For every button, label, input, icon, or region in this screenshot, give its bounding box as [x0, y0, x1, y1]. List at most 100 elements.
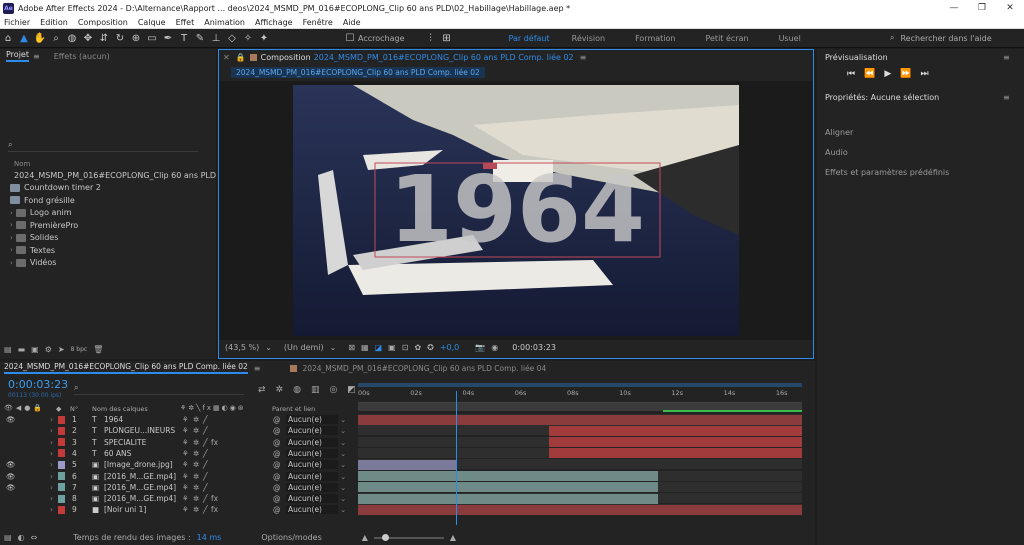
exposure-icon[interactable]: ✪ — [427, 343, 434, 352]
collapse-switch-icon[interactable]: ✲ — [193, 459, 199, 470]
label-column-icon[interactable]: ◆ — [56, 405, 61, 413]
project-search[interactable]: ⌕ — [8, 140, 198, 152]
comp-tab-name[interactable]: 2024_MSMD_PM_016#ECOPLONG_Clip 60 ans PL… — [314, 53, 574, 62]
collapse-switch-icon[interactable]: ✲ — [193, 437, 199, 448]
shy-switch-icon[interactable]: ⚘ — [182, 414, 189, 425]
chevron-right-icon[interactable]: › — [50, 471, 53, 482]
layer-switches-toggle-icon[interactable]: ▤ — [4, 533, 12, 542]
chevron-right-icon[interactable]: › — [50, 414, 53, 425]
shy-switch-icon[interactable]: ⚘ — [182, 504, 189, 515]
new-comp-icon[interactable]: ▣ — [31, 345, 39, 354]
chevron-right-icon[interactable]: › — [10, 221, 13, 229]
pickwhip-icon[interactable]: @ — [273, 493, 281, 504]
chevron-down-icon[interactable]: ⌄ — [340, 414, 346, 425]
layer-search[interactable]: ⌕ — [74, 383, 244, 395]
shy-switch-icon[interactable]: ⚘ — [182, 471, 189, 482]
options-modes-button[interactable]: Options/modes — [261, 533, 321, 542]
panel-menu-icon[interactable]: ≡ — [1003, 93, 1010, 102]
pickwhip-icon[interactable]: @ — [273, 504, 281, 515]
layer-row[interactable]: › 3 T SPECIALITE ⚘ ✲ ╱ fx @ Aucun(e) ⌄ — [0, 437, 355, 448]
chevron-right-icon[interactable]: › — [10, 259, 13, 267]
menu-aide[interactable]: Aide — [343, 18, 361, 27]
workspace-revision[interactable]: Révision — [572, 34, 605, 43]
settings-icon[interactable]: ⚙ — [45, 345, 52, 354]
switches-column-icons[interactable]: ⚘✲╲fx▦◐◉⊛ — [180, 404, 246, 412]
layer-duration-bar[interactable] — [358, 493, 659, 504]
collapse-switch-icon[interactable]: ✲ — [193, 425, 199, 436]
align-panel-item[interactable]: Aligner — [825, 128, 853, 137]
snapshot-icon[interactable]: 📷 — [475, 343, 485, 352]
comp-breadcrumb[interactable]: 2024_MSMD_PM_016#ECOPLONG_Clip 60 ans PL… — [231, 67, 485, 78]
puppet-tool-icon[interactable]: ✦ — [256, 30, 272, 46]
playhead[interactable] — [456, 391, 458, 525]
panel-menu-icon[interactable]: ≡ — [254, 364, 261, 373]
parent-dropdown[interactable]: Aucun(e) — [286, 471, 338, 481]
layer-name[interactable]: [Image_drone.jpg] — [104, 459, 173, 470]
solo-icon[interactable]: ● — [24, 404, 30, 412]
chevron-right-icon[interactable]: › — [50, 425, 53, 436]
close-tab-icon[interactable]: ✕ — [223, 53, 230, 62]
chevron-right-icon[interactable]: › — [50, 448, 53, 459]
menu-fenetre[interactable]: Fenêtre — [303, 18, 333, 27]
pan-tool-icon[interactable]: ✥ — [80, 30, 96, 46]
layer-name[interactable]: 60 ANS — [104, 448, 131, 459]
chevron-right-icon[interactable]: › — [50, 437, 53, 448]
snap-checkbox-icon[interactable]: ☐ — [342, 30, 358, 46]
layer-name[interactable]: PLONGEU...INEURS — [104, 425, 175, 436]
layer-duration-bar[interactable] — [358, 459, 458, 470]
preview-title[interactable]: Prévisualisation — [825, 53, 888, 62]
stamp-tool-icon[interactable]: ⊥ — [208, 30, 224, 46]
chevron-down-icon[interactable]: ⌄ — [265, 343, 272, 352]
parent-dropdown[interactable]: Aucun(e) — [286, 437, 338, 447]
label-color-swatch[interactable] — [58, 471, 65, 482]
help-search[interactable]: ⌕ Rechercher dans l'aide — [890, 31, 1020, 45]
chevron-down-icon[interactable]: ⌄ — [340, 493, 346, 504]
rotate-tool-icon[interactable]: ↻ — [112, 30, 128, 46]
first-frame-icon[interactable]: ⏮ — [847, 69, 855, 79]
project-folder[interactable]: › Solides — [6, 232, 211, 245]
modes-toggle-icon[interactable]: ◐ — [18, 533, 25, 542]
project-folder[interactable]: › Logo anim — [6, 207, 211, 220]
pickwhip-icon[interactable]: @ — [273, 482, 281, 493]
project-folder[interactable]: › PremièrePro — [6, 219, 211, 232]
next-frame-icon[interactable]: ⏩ — [900, 69, 911, 79]
quality-switch-icon[interactable]: ╱ — [203, 471, 208, 482]
shy-switch-icon[interactable]: ⚘ — [182, 448, 189, 459]
quality-switch-icon[interactable]: ╱ — [203, 482, 208, 493]
quality-switch-icon[interactable]: ╱ — [203, 459, 208, 470]
text-tool-icon[interactable]: T — [176, 30, 192, 46]
chevron-right-icon[interactable]: › — [10, 246, 13, 254]
chevron-right-icon[interactable]: › — [50, 459, 53, 470]
eye-icon[interactable]: 👁 — [6, 414, 16, 425]
effects-presets-panel-item[interactable]: Effets et paramètres prédéfinis — [825, 168, 949, 177]
play-icon[interactable]: ▶ — [884, 69, 891, 79]
interpret-footage-icon[interactable]: ▤ — [4, 345, 12, 354]
layer-row[interactable]: 👁 › 6 ▣ [2016_M...GE.mp4] ⚘ ✲ ╱ @ Aucun(e) ⌄ — [0, 471, 355, 482]
label-color-swatch[interactable] — [58, 425, 65, 436]
menu-edition[interactable]: Edition — [40, 18, 68, 27]
panel-menu-icon[interactable]: ≡ — [580, 53, 587, 62]
roto-tool-icon[interactable]: ✧ — [240, 30, 256, 46]
chevron-right-icon[interactable]: › — [50, 504, 53, 515]
close-icon[interactable]: ✕ — [996, 3, 1024, 13]
audio-icon[interactable]: ◀ — [16, 404, 21, 412]
parent-dropdown[interactable]: Aucun(e) — [286, 494, 338, 504]
menu-affichage[interactable]: Affichage — [255, 18, 293, 27]
quality-switch-icon[interactable]: ╱ — [203, 493, 208, 504]
project-item[interactable]: 2024_MSMD_PM_016#ECOPLONG_Clip 60 ans PL… — [6, 169, 224, 182]
eye-icon[interactable]: 👁 — [6, 459, 16, 470]
trash-icon[interactable]: 🗑 — [93, 345, 103, 354]
pickwhip-icon[interactable]: @ — [273, 414, 281, 425]
collapse-switch-icon[interactable]: ✲ — [193, 448, 199, 459]
draft-3d-icon[interactable]: ✲ — [276, 385, 284, 395]
label-color-swatch[interactable] — [58, 493, 65, 504]
layer-row[interactable]: › 2 T PLONGEU...INEURS ⚘ ✲ ╱ @ Aucun(e) ⌄ — [0, 425, 355, 436]
mask-path-icon[interactable]: ◪ — [375, 343, 383, 352]
chevron-down-icon[interactable]: ⌄ — [340, 504, 346, 515]
layer-name[interactable]: [2016_M...GE.mp4] — [104, 482, 176, 493]
timeline-timecode[interactable]: 0:00:03:23 — [8, 378, 68, 391]
chevron-right-icon[interactable]: › — [10, 209, 13, 217]
guides-icon[interactable]: ▣ — [388, 343, 396, 352]
last-frame-icon[interactable]: ⏭ — [920, 69, 928, 79]
color-channel-icon[interactable]: ✿ — [414, 343, 421, 352]
